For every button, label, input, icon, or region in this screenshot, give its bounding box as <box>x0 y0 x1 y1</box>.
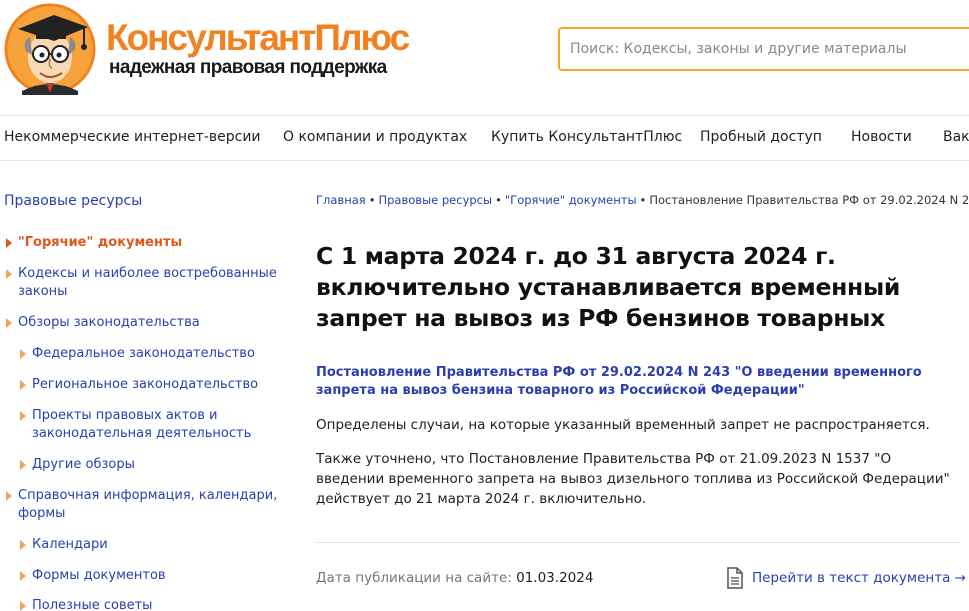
sidebar-item-label: Обзоры законодательства <box>18 315 200 330</box>
search-box[interactable] <box>558 27 969 71</box>
triangle-bullet-icon <box>20 540 26 550</box>
triangle-bullet-icon <box>6 269 12 279</box>
nav-item-trial[interactable]: Пробный доступ <box>700 129 822 145</box>
sidebar-item-federal[interactable]: Федеральное законодательство <box>20 345 272 363</box>
triangle-bullet-icon <box>20 571 26 581</box>
breadcrumb-current: Постановление Правительства РФ от 29.02.… <box>649 193 969 207</box>
search-input[interactable] <box>560 29 969 69</box>
nav-item-vacancies[interactable]: Вакансии <box>943 129 969 145</box>
professor-avatar-icon[interactable] <box>4 3 96 95</box>
content-divider <box>316 542 961 543</box>
brand-subtitle: надежная правовая поддержка <box>109 57 387 78</box>
sidebar-item-label: Другие обзоры <box>32 457 135 472</box>
breadcrumb-legal-resources[interactable]: Правовые ресурсы <box>378 193 492 207</box>
go-to-document-label: Перейти в текст документа → <box>752 570 966 586</box>
nav-item-buy[interactable]: Купить КонсультантПлюс <box>491 129 682 145</box>
publication-date-label: Дата публикации на сайте: <box>316 570 512 586</box>
sidebar-item-label: Кодексы и наиболее востребованные законы <box>18 266 277 299</box>
breadcrumb: Главная • Правовые ресурсы • "Горячие" докум… <box>316 193 969 207</box>
triangle-bullet-icon <box>20 460 26 470</box>
sidebar-title[interactable]: Правовые ресурсы <box>4 193 142 209</box>
triangle-bullet-icon <box>20 411 26 421</box>
site-header: КонсультантПлюс надежная правовая поддер… <box>0 0 969 115</box>
publication-date: Дата публикации на сайте: 01.03.2024 <box>316 570 593 586</box>
breadcrumb-hot-documents[interactable]: "Горячие" документы <box>505 193 637 207</box>
brand-title[interactable]: КонсультантПлюс <box>106 18 410 58</box>
sidebar-item-codes[interactable]: Кодексы и наиболее востребованные законы <box>6 265 278 301</box>
sidebar-item-label: Федеральное законодательство <box>32 346 255 361</box>
top-navigation: Некоммерческие интернет-версии О компани… <box>0 115 969 161</box>
document-link[interactable]: Постановление Правительства РФ от 29.02.… <box>316 364 956 400</box>
sidebar-item-drafts[interactable]: Проекты правовых актов и законодательная… <box>20 407 257 443</box>
nav-item-noncommercial[interactable]: Некоммерческие интернет-версии <box>4 129 261 145</box>
breadcrumb-home[interactable]: Главная <box>316 193 366 207</box>
sidebar-item-label: "Горячие" документы <box>18 235 183 250</box>
sidebar-item-tips[interactable]: Полезные советы <box>20 597 272 611</box>
go-to-document-link[interactable]: Перейти в текст документа → <box>726 567 966 589</box>
sidebar-item-other-reviews[interactable]: Другие обзоры <box>20 456 272 474</box>
triangle-bullet-icon <box>6 318 12 328</box>
triangle-bullet-icon <box>6 238 12 248</box>
article-paragraph-2: Также уточнено, что Постановление Правит… <box>316 451 950 507</box>
triangle-bullet-icon <box>20 349 26 359</box>
sidebar-item-calendars[interactable]: Календари <box>20 536 272 554</box>
sidebar-item-label: Проекты правовых актов и законодательная… <box>32 408 252 441</box>
sidebar-item-label: Региональное законодательство <box>32 377 259 392</box>
sidebar-item-forms[interactable]: Формы документов <box>20 567 272 585</box>
sidebar-item-reference[interactable]: Справочная информация, календари, формы <box>6 487 280 523</box>
page-title: С 1 марта 2024 г. до 31 августа 2024 г. … <box>316 242 901 332</box>
article-paragraph-1: Определены случаи, на которые указанный … <box>316 417 930 433</box>
sidebar-item-label: Справочная информация, календари, формы <box>18 488 278 521</box>
triangle-bullet-icon <box>6 491 12 501</box>
sidebar-item-reviews[interactable]: Обзоры законодательства <box>6 314 278 332</box>
document-icon <box>727 567 743 589</box>
nav-item-about[interactable]: О компании и продуктах <box>283 129 467 145</box>
sidebar-item-label: Формы документов <box>32 568 166 583</box>
sidebar-item-regional[interactable]: Региональное законодательство <box>20 376 272 394</box>
triangle-bullet-icon <box>20 380 26 390</box>
nav-item-news[interactable]: Новости <box>851 129 912 145</box>
sidebar-item-label: Календари <box>32 537 108 552</box>
sidebar-item-hot-documents[interactable]: "Горячие" документы <box>6 234 278 252</box>
publication-date-value: 01.03.2024 <box>516 570 594 586</box>
sidebar-item-label: Полезные советы <box>32 598 153 611</box>
triangle-bullet-icon <box>20 601 26 611</box>
